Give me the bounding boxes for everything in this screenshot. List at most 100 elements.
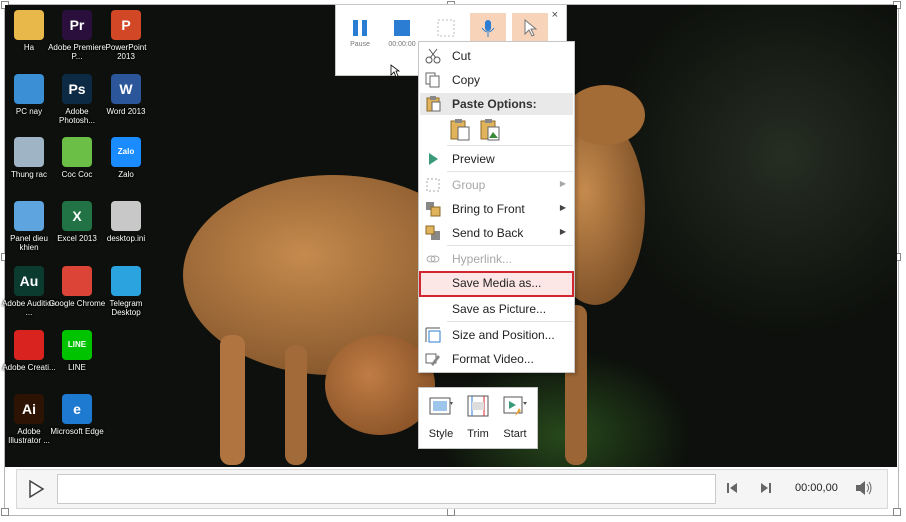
app-icon: Ps [62, 74, 92, 104]
resize-handle-bottom[interactable] [447, 508, 455, 516]
paste-keep-source-button[interactable] [449, 118, 471, 142]
trim-icon [466, 394, 490, 418]
copy-icon [425, 72, 441, 88]
menu-item-hyperlink: Hyperlink... [419, 248, 574, 270]
playback-progress-bar[interactable] [57, 474, 716, 504]
app-icon [62, 266, 92, 296]
app-icon: Zalo [111, 137, 141, 167]
menu-item-label: Send to Back [452, 226, 524, 240]
style-button[interactable]: Style [423, 394, 459, 444]
app-icon: W [111, 74, 141, 104]
paste-icon [425, 96, 441, 117]
pause-button[interactable]: Pause [342, 13, 378, 65]
app-icon [14, 330, 44, 360]
desktop-icon-label: Word 2013 [106, 107, 146, 116]
volume-button[interactable] [855, 480, 873, 496]
menu-item-format-video[interactable]: Format Video... [419, 348, 574, 370]
app-icon: LINE [62, 330, 92, 360]
stop-button[interactable]: 00:00:00 [384, 13, 420, 65]
menu-item-label: Copy [452, 73, 481, 87]
desktop-icon-label: Telegram Desktop [109, 299, 143, 317]
trim-label: Trim [467, 428, 489, 440]
app-icon [111, 266, 141, 296]
desktop-icon-label: Microsoft Edge [50, 427, 104, 436]
menu-item-save-as-picture[interactable]: Save as Picture... [419, 298, 574, 320]
style-label: Style [428, 428, 454, 440]
desktop-icon[interactable]: desktop.ini [97, 201, 155, 263]
media-player-bar: 00:00,00 [16, 469, 888, 509]
play-icon [425, 151, 441, 167]
app-icon: Pr [62, 10, 92, 40]
desktop-icon[interactable]: Zalo Zalo [97, 137, 155, 199]
deer-ear [565, 85, 645, 145]
menu-item-bring-to-front[interactable]: Bring to Front ▶ [419, 198, 574, 220]
desktop-icon-label: Zalo [118, 170, 134, 179]
menu-separator [447, 245, 573, 246]
link-icon [425, 251, 441, 267]
menu-item-label: Preview [452, 152, 495, 166]
resize-handle-bottom-left[interactable] [1, 508, 9, 516]
desktop-icon-label: desktop.ini [106, 234, 146, 243]
send-to-back-icon [425, 225, 441, 241]
menu-item-size-and-position[interactable]: Size and Position... [419, 324, 574, 346]
desktop-icon-label: PowerPoint 2013 [105, 43, 147, 61]
menu-item-preview[interactable]: Preview [419, 148, 574, 170]
app-icon [14, 201, 44, 231]
menu-item-label: Save as Picture... [452, 302, 547, 316]
menu-item-label: Hyperlink... [452, 252, 513, 266]
menu-separator [447, 145, 573, 146]
menu-item-group: Group ▶ [419, 174, 574, 196]
desktop-icon[interactable]: e Microsoft Edge [48, 394, 106, 456]
menu-item-copy[interactable]: Copy [419, 69, 574, 91]
menu-item-send-to-back[interactable]: Send to Back ▶ [419, 222, 574, 244]
pause-icon [351, 19, 369, 37]
select-area-icon [437, 19, 455, 37]
pause-label: Pause [350, 41, 370, 48]
menu-item-label: Cut [452, 49, 471, 63]
app-icon: Ai [14, 394, 44, 424]
bring-to-front-icon [425, 201, 441, 217]
menu-item-label: Save Media as... [452, 276, 542, 290]
mouse-cursor-icon [390, 64, 400, 78]
deer-leg [220, 335, 245, 465]
step-forward-icon [761, 483, 771, 493]
playback-time: 00:00,00 [795, 482, 838, 494]
start-button[interactable]: Start [497, 394, 533, 444]
start-label: Start [503, 428, 527, 440]
context-menu: Cut Copy Paste Options: Preview Group ▶ … [418, 41, 575, 373]
app-icon [111, 201, 141, 231]
menu-item-save-media-as[interactable]: Save Media as... [419, 271, 574, 297]
app-icon [14, 74, 44, 104]
menu-separator [447, 321, 573, 322]
paste-icon [450, 119, 470, 141]
trim-button[interactable]: Trim [460, 394, 496, 444]
step-back-icon [727, 483, 737, 493]
play-button[interactable] [27, 479, 45, 499]
app-icon: Au [14, 266, 44, 296]
close-icon[interactable]: × [552, 9, 558, 21]
format-video-icon [425, 351, 441, 367]
desktop-icon[interactable]: Telegram Desktop [97, 266, 155, 328]
move-back-button[interactable] [725, 481, 739, 495]
desktop-icon[interactable]: W Word 2013 [97, 74, 155, 136]
desktop-icon-label: LINE [68, 363, 86, 372]
mini-toolbar: Style Trim Start [418, 387, 538, 449]
scissors-icon [425, 48, 441, 64]
paste-as-picture-button[interactable] [479, 118, 501, 142]
app-icon [14, 10, 44, 40]
pointer-icon [521, 18, 539, 37]
resize-handle-bottom-right[interactable] [893, 508, 901, 516]
start-icon [503, 394, 527, 418]
deer-leg [285, 345, 307, 465]
stop-icon [393, 19, 411, 37]
recording-timer: 00:00:00 [388, 41, 416, 48]
menu-separator [447, 171, 573, 172]
desktop-icon[interactable]: P PowerPoint 2013 [97, 10, 155, 72]
menu-item-label: Bring to Front [452, 202, 525, 216]
menu-item-cut[interactable]: Cut [419, 45, 574, 67]
submenu-arrow-icon: ▶ [559, 203, 566, 212]
play-icon [29, 479, 45, 499]
desktop-icon[interactable]: LINE LINE [48, 330, 106, 392]
move-forward-button[interactable] [759, 481, 773, 495]
app-icon [62, 137, 92, 167]
